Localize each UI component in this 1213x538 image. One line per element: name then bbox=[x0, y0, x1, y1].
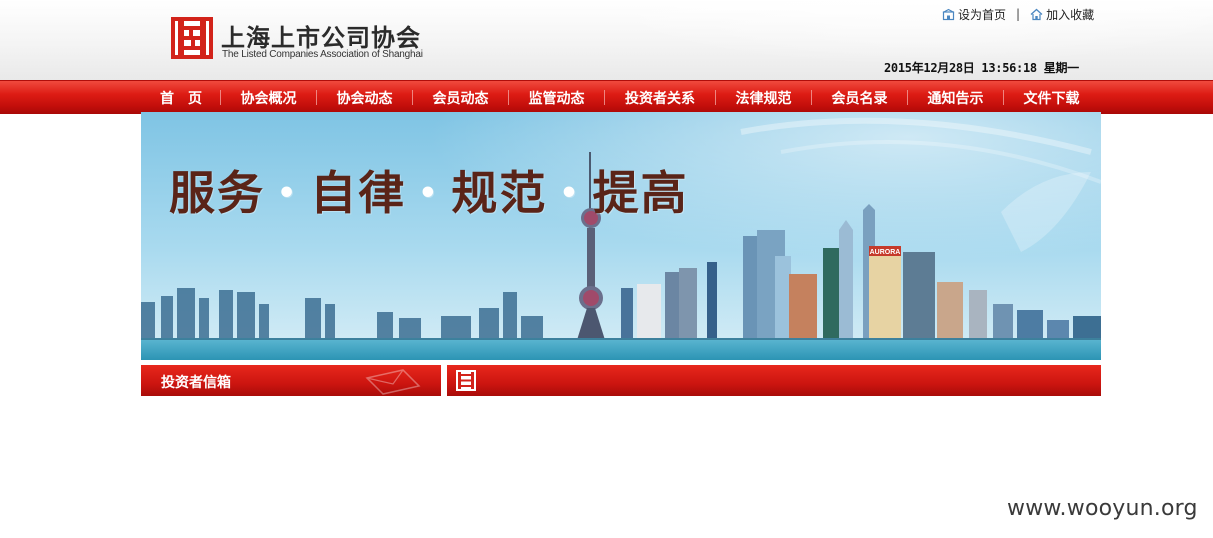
add-favorite-label: 加入收藏 bbox=[1046, 7, 1095, 22]
banner-slogan: 服务 • 自律 • 规范 • 提高 bbox=[169, 157, 689, 223]
slogan-dot: • bbox=[559, 176, 581, 211]
site-logo-subtitle: The Listed Companies Association of Shan… bbox=[222, 49, 423, 60]
nav-separator bbox=[811, 90, 812, 105]
slogan-dot: • bbox=[418, 176, 440, 211]
slogan-word-service: 服务 bbox=[169, 166, 265, 220]
nav-item-downloads[interactable]: 文件下载 bbox=[1004, 81, 1099, 114]
nav-item-association-news[interactable]: 协会动态 bbox=[317, 81, 412, 114]
nav-separator bbox=[316, 90, 317, 105]
slogan-dot: • bbox=[277, 176, 299, 211]
nav-separator bbox=[715, 90, 716, 105]
investor-mailbox-label: 投资者信箱 bbox=[161, 375, 231, 391]
shanghai-skyline-image: AURORA bbox=[141, 112, 1101, 360]
nav-separator bbox=[508, 90, 509, 105]
set-homepage-link[interactable]: 设为首页 bbox=[942, 6, 1006, 23]
nav-separator bbox=[1003, 90, 1004, 105]
site-logo-title[interactable]: 上海上市公司协会 bbox=[221, 18, 421, 53]
current-datetime: 2015年12月28日 13:56:18 星期一 bbox=[884, 61, 1079, 75]
set-homepage-label: 设为首页 bbox=[958, 7, 1007, 22]
nav-separator bbox=[412, 90, 413, 105]
slogan-word-improve: 提高 bbox=[592, 166, 689, 220]
nav-separator bbox=[220, 90, 221, 105]
site-header: 上海上市公司协会 The Listed Companies Associatio… bbox=[0, 0, 1213, 80]
home-icon bbox=[942, 8, 955, 20]
association-mini-logo-icon bbox=[456, 370, 476, 391]
main-nav: 首 页 协会概况 协会动态 会员动态 监管动态 投资者关系 法律规范 会员名录 … bbox=[0, 80, 1213, 114]
nav-item-regulations[interactable]: 法律规范 bbox=[716, 81, 811, 114]
watermark-text: www.wooyun.org bbox=[1007, 496, 1198, 521]
top-links-separator: | bbox=[1016, 7, 1021, 21]
nav-item-regulatory-news[interactable]: 监管动态 bbox=[509, 81, 604, 114]
hero-banner: AURORA 服务 • 自律 • 规范 • 提高 bbox=[141, 112, 1101, 360]
nav-item-home[interactable]: 首 页 bbox=[142, 81, 220, 114]
top-links: 设为首页 | 加入收藏 bbox=[942, 6, 1094, 22]
nav-item-member-news[interactable]: 会员动态 bbox=[413, 81, 508, 114]
add-favorite-link[interactable]: 加入收藏 bbox=[1030, 6, 1094, 23]
slogan-word-self-discipline: 自律 bbox=[310, 166, 407, 220]
header-shine bbox=[493, 0, 1213, 80]
envelope-icon bbox=[365, 369, 421, 395]
nav-item-investor-relations[interactable]: 投资者关系 bbox=[605, 81, 715, 114]
nav-item-notices[interactable]: 通知告示 bbox=[908, 81, 1003, 114]
investor-mailbox-bar[interactable]: 投资者信箱 bbox=[141, 365, 441, 396]
main-nav-items: 首 页 协会概况 协会动态 会员动态 监管动态 投资者关系 法律规范 会员名录 … bbox=[142, 81, 1099, 114]
association-logo-icon[interactable] bbox=[171, 17, 213, 59]
aurora-sign: AURORA bbox=[870, 249, 901, 256]
slogan-word-standard: 规范 bbox=[451, 166, 548, 220]
nav-separator bbox=[907, 90, 908, 105]
nav-separator bbox=[604, 90, 605, 105]
nav-item-member-directory[interactable]: 会员名录 bbox=[812, 81, 907, 114]
nav-item-about[interactable]: 协会概况 bbox=[221, 81, 316, 114]
section-header-bar bbox=[447, 365, 1101, 396]
house-icon bbox=[1030, 8, 1043, 20]
